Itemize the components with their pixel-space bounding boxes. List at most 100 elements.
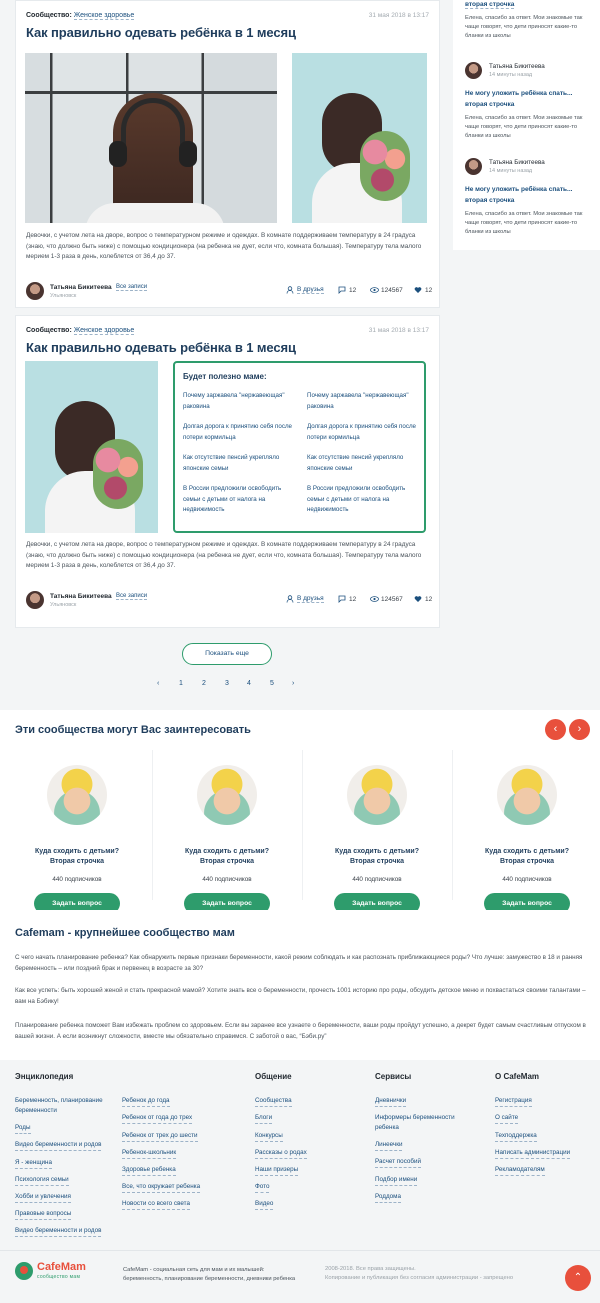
- community-title[interactable]: Куда сходить с детьми? Вторая строчка: [467, 847, 587, 867]
- add-friend-button[interactable]: В друзья: [286, 286, 324, 294]
- useful-link[interactable]: В России предложили освободить семьи с д…: [307, 484, 419, 516]
- footer-link[interactable]: Регистрация: [495, 1096, 532, 1107]
- pager-page-3[interactable]: 3: [225, 680, 229, 687]
- footer-link[interactable]: Сообщества: [255, 1096, 292, 1107]
- footer-link[interactable]: Рассказы о родах: [255, 1148, 307, 1159]
- avatar[interactable]: [26, 282, 44, 300]
- author-city: Ульяновск: [50, 293, 77, 299]
- post-title[interactable]: Как правильно одевать ребёнка в 1 месяц: [26, 25, 296, 40]
- footer-link[interactable]: Психология семьи: [15, 1175, 69, 1186]
- community-title[interactable]: Куда сходить с детьми? Вторая строчка: [17, 847, 137, 867]
- useful-heading: Будет полезно маме:: [183, 372, 267, 381]
- footer-link[interactable]: Линеечки: [375, 1140, 403, 1151]
- useful-link[interactable]: Почему заржавела "нержавеющая" раковина: [183, 391, 295, 412]
- pager-page-1[interactable]: 1: [179, 680, 183, 687]
- author-name[interactable]: Татьяна Бикитеева: [50, 284, 112, 291]
- avatar[interactable]: [465, 62, 482, 79]
- pager-page-4[interactable]: 4: [247, 680, 251, 687]
- useful-link[interactable]: Как отсутствие пенсий укрепляло японские…: [307, 453, 419, 474]
- community-image[interactable]: [197, 765, 257, 825]
- footer-link[interactable]: Расчет пособий: [375, 1157, 422, 1168]
- useful-link[interactable]: Почему заржавела "нержавеющая" раковина: [307, 391, 419, 412]
- footer-link[interactable]: Я - женщина: [15, 1158, 53, 1169]
- logo[interactable]: CafeMam сообщество мам: [15, 1260, 110, 1282]
- comments-count[interactable]: 12: [338, 286, 356, 294]
- footer-link[interactable]: О сайте: [495, 1113, 519, 1124]
- footer-link[interactable]: Ребенок от года до трех: [122, 1113, 193, 1124]
- footer-link[interactable]: Блоги: [255, 1113, 273, 1124]
- likes-count[interactable]: 12: [414, 595, 432, 603]
- footer-link[interactable]: Конкурсы: [255, 1131, 283, 1142]
- footer-link[interactable]: Написать администрации: [495, 1148, 571, 1159]
- heart-icon: [414, 595, 422, 603]
- footer-link[interactable]: Роддома: [375, 1192, 401, 1203]
- useful-link[interactable]: Как отсутствие пенсий укрепляло японские…: [183, 453, 295, 474]
- post-image-flowers[interactable]: [292, 53, 427, 223]
- post-image-headphones[interactable]: [25, 53, 277, 223]
- add-friend-button[interactable]: В друзья: [286, 595, 324, 603]
- footer-link[interactable]: Ребенок-школьник: [122, 1148, 177, 1159]
- footer-link[interactable]: Роды: [15, 1123, 31, 1134]
- question-link[interactable]: Не могу уложить ребёнка спать... вторая …: [465, 184, 590, 206]
- copyright-note: Копирование и публикация без согласия ад…: [325, 1275, 514, 1281]
- footer-link[interactable]: Здоровье ребенка: [122, 1165, 176, 1176]
- category-link[interactable]: Женское здоровье: [73, 327, 135, 335]
- community-image[interactable]: [347, 765, 407, 825]
- likes-count[interactable]: 12: [414, 286, 432, 294]
- pager-prev[interactable]: ‹: [157, 680, 159, 687]
- chevron-up-icon: ⌃: [573, 1272, 583, 1283]
- community-card[interactable]: Куда сходить с детьми? Вторая строчка 440…: [17, 765, 137, 914]
- footer-link[interactable]: Видео беременности и родов: [15, 1226, 102, 1237]
- subscriber-count: 440 подписчиков: [52, 876, 102, 883]
- footer-link[interactable]: Рекламодателям: [495, 1165, 545, 1176]
- post-image-flowers[interactable]: [25, 361, 158, 533]
- footer-link[interactable]: Видео: [255, 1199, 274, 1210]
- community-card[interactable]: Куда сходить с детьми? Вторая строчка 440…: [317, 765, 437, 914]
- footer-link[interactable]: Все, что окружает ребенка: [122, 1182, 201, 1193]
- all-posts-link[interactable]: Все записи: [116, 284, 148, 291]
- footer-link[interactable]: Новости со всего света: [122, 1199, 190, 1210]
- footer-link[interactable]: Видео беременности и родов: [15, 1140, 102, 1151]
- footer-link[interactable]: Хобби и увлечения: [15, 1192, 71, 1203]
- category-link[interactable]: Женское здоровье: [73, 12, 135, 20]
- footer-link[interactable]: Ребенок от трех до шести: [122, 1131, 198, 1142]
- footer-link[interactable]: Ребенок до года: [122, 1096, 170, 1107]
- carousel-next-button[interactable]: ›: [569, 719, 590, 740]
- community-card[interactable]: Куда сходить с детьми? Вторая строчка 440…: [167, 765, 287, 914]
- footer-link[interactable]: Техподдержка: [495, 1131, 537, 1142]
- footer-link[interactable]: Дневнички: [375, 1096, 407, 1107]
- user-icon: [286, 595, 294, 603]
- question-link[interactable]: вторая строчка: [465, 1, 515, 9]
- pager-next[interactable]: ›: [292, 680, 294, 687]
- community-title[interactable]: Куда сходить с детьми? Вторая строчка: [317, 847, 437, 867]
- footer-heading: Сервисы: [375, 1072, 412, 1081]
- author-name[interactable]: Татьяна Бикитеева: [489, 159, 545, 166]
- author-name[interactable]: Татьяна Бикитеева: [50, 593, 112, 600]
- avatar[interactable]: [465, 158, 482, 175]
- useful-link[interactable]: В России предложили освободить семьи с д…: [183, 484, 295, 516]
- footer-link[interactable]: Правовые вопросы: [15, 1209, 72, 1220]
- community-image[interactable]: [497, 765, 557, 825]
- community-card[interactable]: Куда сходить с детьми? Вторая строчка 440…: [467, 765, 587, 914]
- carousel-prev-button[interactable]: ‹: [545, 719, 566, 740]
- footer-link[interactable]: Наши призеры: [255, 1165, 299, 1176]
- show-more-button[interactable]: Показать еще: [182, 643, 272, 665]
- pager-page-5[interactable]: 5: [270, 680, 274, 687]
- avatar[interactable]: [26, 591, 44, 609]
- scroll-top-button[interactable]: ⌃: [565, 1265, 591, 1291]
- useful-link[interactable]: Долгая дорога к принятию себя после поте…: [183, 422, 295, 443]
- author-name[interactable]: Татьяна Бикитеева: [489, 63, 545, 70]
- footer-link[interactable]: Беременность, планирование беременности: [15, 1096, 110, 1116]
- community-title[interactable]: Куда сходить с детьми? Вторая строчка: [167, 847, 287, 867]
- question-link[interactable]: Не могу уложить ребёнка спать... вторая …: [465, 88, 590, 110]
- pager-page-2[interactable]: 2: [202, 680, 206, 687]
- footer: Энциклопедия Общение Сервисы О CafeMam Б…: [0, 1060, 600, 1303]
- community-image[interactable]: [47, 765, 107, 825]
- post-title[interactable]: Как правильно одевать ребёнка в 1 месяц: [26, 340, 296, 355]
- footer-link[interactable]: Информеры беременности ребенка: [375, 1113, 470, 1133]
- useful-link[interactable]: Долгая дорога к принятию себя после поте…: [307, 422, 419, 443]
- comments-count[interactable]: 12: [338, 595, 356, 603]
- footer-link[interactable]: Подбор имени: [375, 1175, 418, 1186]
- footer-link[interactable]: Фото: [255, 1182, 270, 1193]
- all-posts-link[interactable]: Все записи: [116, 593, 148, 600]
